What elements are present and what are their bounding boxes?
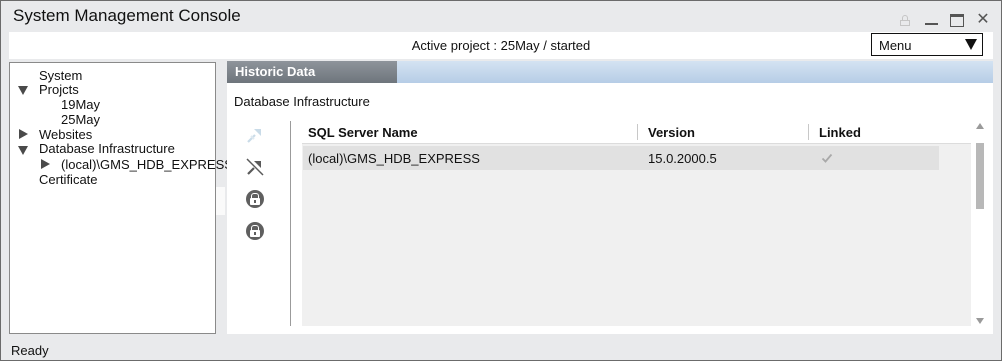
unlock-button[interactable] — [244, 220, 266, 242]
collapse-arrow-icon[interactable] — [19, 129, 28, 139]
cell-sql-server-name: (local)\GMS_HDB_EXPRESS — [308, 151, 480, 166]
minimize-icon — [924, 23, 938, 25]
main-window: System Management Console ✕ Active proje… — [0, 0, 1002, 361]
expand-arrow-icon[interactable] — [18, 146, 28, 155]
unlink-button[interactable] — [244, 156, 266, 178]
collapse-arrow-icon[interactable] — [41, 159, 50, 169]
section-title: Database Infrastructure — [234, 94, 370, 109]
tree-item-projects[interactable]: Projcts — [39, 82, 79, 97]
tree-item-label: Database Infrastructure — [39, 141, 175, 156]
tab-historic-data[interactable]: Historic Data — [227, 61, 397, 83]
link-icon — [247, 129, 261, 143]
tree-item-label: (local)\GMS_HDB_EXPRESS — [61, 157, 233, 172]
window-title: System Management Console — [13, 6, 241, 25]
tree-item-gms-hdb-express[interactable]: (local)\GMS_HDB_EXPRESS — [61, 157, 233, 172]
scroll-up-arrow-icon[interactable] — [976, 123, 984, 129]
unlink-icon — [246, 158, 264, 176]
cell-version: 15.0.2000.5 — [648, 151, 717, 166]
column-divider[interactable] — [637, 124, 638, 140]
navigation-tree: System Projcts 19May 25May Websites Data… — [9, 62, 233, 334]
column-divider[interactable] — [808, 124, 809, 140]
tree-item-certificate[interactable]: Certificate — [39, 172, 98, 187]
scroll-thumb[interactable] — [976, 143, 984, 209]
table-header: SQL Server Name Version Linked — [302, 121, 971, 144]
window-controls: ✕ — [897, 11, 991, 29]
maximize-icon — [950, 13, 964, 27]
unlock-icon — [246, 222, 264, 240]
close-button[interactable]: ✕ — [975, 11, 991, 28]
menu-dropdown-value: Menu — [879, 38, 912, 53]
active-project-label: Active project : 25May / started — [411, 38, 591, 53]
tree-item-system[interactable]: System — [39, 68, 82, 83]
scroll-down-arrow-icon[interactable] — [976, 318, 984, 324]
title-bar: System Management Console ✕ — [1, 1, 1001, 31]
maximize-button[interactable] — [949, 13, 965, 27]
lock-icon — [246, 190, 264, 208]
project-bar: Active project : 25May / started Menu — [9, 32, 993, 59]
tree-item-label: Projcts — [39, 82, 79, 97]
tree-item-label: 19May — [61, 97, 101, 112]
server-table: SQL Server Name Version Linked (local)\G… — [302, 121, 971, 326]
tree-item-label: Certificate — [39, 172, 98, 187]
toolbar-divider — [290, 121, 291, 326]
tree-item-19may[interactable]: 19May — [61, 97, 100, 112]
dropdown-arrow-icon — [965, 39, 977, 50]
link-button[interactable] — [244, 124, 266, 146]
lock-window-button[interactable] — [897, 13, 913, 27]
tree-item-label: System — [39, 68, 83, 83]
column-header-version[interactable]: Version — [648, 125, 695, 140]
panel-splitter[interactable] — [216, 187, 225, 215]
column-header-sql-server-name[interactable]: SQL Server Name — [308, 125, 418, 140]
table-row[interactable]: (local)\GMS_HDB_EXPRESS 15.0.2000.5 — [303, 146, 939, 170]
expand-arrow-icon[interactable] — [18, 86, 28, 95]
tree-item-25may[interactable]: 25May — [61, 112, 100, 127]
lock-button[interactable] — [244, 188, 266, 210]
column-header-linked[interactable]: Linked — [819, 125, 861, 140]
tree-item-database-infrastructure[interactable]: Database Infrastructure — [39, 141, 175, 156]
tree-item-label: 25May — [61, 112, 101, 127]
lock-icon — [900, 14, 910, 26]
menu-dropdown[interactable]: Menu — [871, 33, 983, 56]
tree-item-label: Websites — [39, 127, 93, 142]
tab-strip: Historic Data — [227, 61, 993, 83]
close-icon: ✕ — [976, 11, 990, 28]
linked-checkbox[interactable] — [821, 152, 833, 164]
vertical-scrollbar[interactable] — [974, 121, 986, 326]
minimize-button[interactable] — [923, 13, 939, 27]
status-text: Ready — [11, 343, 49, 358]
content-panel: Historic Data Database Infrastructure SQ… — [227, 61, 993, 334]
tree-item-websites[interactable]: Websites — [39, 127, 92, 142]
